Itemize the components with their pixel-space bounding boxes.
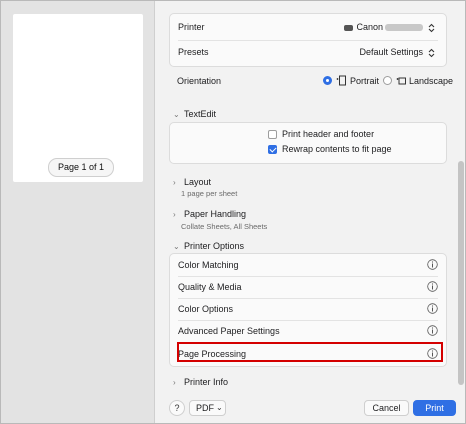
chevron-right-icon: ›	[173, 178, 176, 187]
landscape-orientation-icon	[396, 77, 406, 85]
chevron-right-icon: ›	[173, 378, 176, 387]
info-icon[interactable]	[427, 259, 438, 270]
portrait-label[interactable]: Portrait	[350, 70, 379, 92]
option-label: Advanced Paper Settings	[178, 326, 280, 336]
cancel-button[interactable]: Cancel	[364, 400, 409, 416]
orientation-row: Orientation Portrait Landscape	[169, 70, 453, 92]
print-header-footer-label: Print header and footer	[282, 129, 375, 139]
printer-select[interactable]: Canon	[344, 16, 436, 38]
option-label: Quality & Media	[178, 282, 242, 292]
page-preview	[13, 14, 143, 182]
page-indicator[interactable]: Page 1 of 1	[48, 158, 114, 177]
printer-options-title: Printer Options	[184, 241, 245, 251]
printer-select-value: Canon	[356, 22, 383, 32]
printer-name-obscured	[385, 24, 423, 32]
presets-label: Presets	[178, 47, 209, 57]
print-dialog: Page 1 of 1 Printer Canon Presets Defaul…	[0, 0, 466, 424]
printer-info-section-header[interactable]: › Printer Info	[173, 377, 228, 387]
rewrap-contents-label: Rewrap contents to fit page	[282, 144, 392, 154]
rewrap-contents-row[interactable]: Rewrap contents to fit page	[170, 142, 446, 157]
paper-handling-title: Paper Handling	[184, 209, 247, 219]
scrollbar-thumb[interactable]	[458, 161, 464, 385]
presets-select-value: Default Settings	[359, 47, 423, 57]
rewrap-contents-checkbox[interactable]	[268, 145, 277, 154]
printer-presets-group: Printer Canon Presets Default Settings	[169, 13, 447, 67]
layout-title: Layout	[184, 177, 212, 187]
landscape-radio[interactable]	[383, 76, 392, 85]
option-color-matching[interactable]: Color Matching	[170, 254, 446, 276]
pdf-menu-button[interactable]: PDF ⌄	[189, 400, 226, 416]
layout-section-header[interactable]: › Layout	[173, 177, 211, 187]
settings-pane: Printer Canon Presets Default Settings O…	[155, 1, 465, 423]
presets-row[interactable]: Presets Default Settings	[170, 41, 446, 63]
chevron-right-icon: ›	[173, 210, 176, 219]
option-advanced-paper-settings[interactable]: Advanced Paper Settings	[170, 320, 446, 342]
preview-pane: Page 1 of 1	[1, 1, 155, 423]
option-color-options[interactable]: Color Options	[170, 298, 446, 320]
chevron-down-icon: ⌄	[173, 110, 180, 119]
help-button[interactable]: ?	[169, 400, 185, 416]
printer-icon	[344, 24, 354, 31]
page-processing-highlight	[177, 342, 443, 362]
pdf-label: PDF	[196, 403, 214, 413]
paper-handling-section-header[interactable]: › Paper Handling	[173, 209, 246, 219]
chevron-down-icon: ⌄	[173, 242, 180, 251]
option-label: Color Options	[178, 304, 234, 314]
option-label: Color Matching	[178, 260, 239, 270]
printer-info-title: Printer Info	[184, 377, 229, 387]
dialog-footer: ? PDF ⌄ Cancel Print	[155, 396, 465, 423]
updown-chevron-icon	[428, 23, 435, 32]
print-header-footer-row[interactable]: Print header and footer	[170, 127, 446, 142]
textedit-options-group: Print header and footer Rewrap contents …	[169, 122, 447, 164]
printer-label: Printer	[178, 22, 205, 32]
layout-summary: 1 page per sheet	[181, 189, 238, 198]
presets-select[interactable]: Default Settings	[359, 41, 436, 63]
print-button[interactable]: Print	[413, 400, 456, 416]
print-header-footer-checkbox[interactable]	[268, 130, 277, 139]
printer-row[interactable]: Printer Canon	[170, 16, 446, 38]
info-icon[interactable]	[427, 303, 438, 314]
orientation-label: Orientation	[177, 76, 222, 86]
updown-chevron-icon	[428, 48, 435, 57]
textedit-section-header[interactable]: ⌄ TextEdit	[173, 109, 216, 119]
printer-options-section-header[interactable]: ⌄ Printer Options	[173, 241, 244, 251]
portrait-orientation-icon	[336, 75, 346, 86]
option-quality-media[interactable]: Quality & Media	[170, 276, 446, 298]
paper-handling-summary: Collate Sheets, All Sheets	[181, 222, 268, 231]
info-icon[interactable]	[427, 281, 438, 292]
info-icon[interactable]	[427, 325, 438, 336]
chevron-down-icon: ⌄	[216, 403, 223, 412]
textedit-title: TextEdit	[184, 109, 217, 119]
landscape-label[interactable]: Landscape	[409, 70, 453, 92]
portrait-radio[interactable]	[323, 76, 332, 85]
